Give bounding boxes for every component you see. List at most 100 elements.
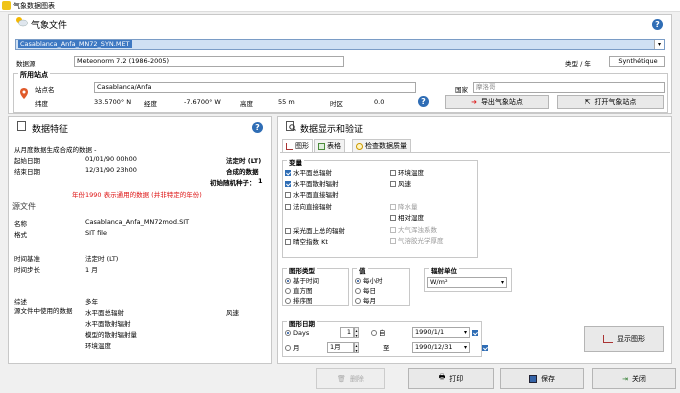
- from-date-value: 1990/1/1: [415, 328, 445, 336]
- close-label: 关闭: [631, 374, 646, 383]
- checkbox[interactable]: [285, 192, 291, 198]
- open-site-button[interactable]: ⇱ 打开气象站点: [557, 95, 664, 109]
- checkbox: [390, 204, 396, 210]
- source-vars-label: 源文件中使用的数据: [14, 307, 73, 315]
- value-monthly[interactable]: 每月: [355, 297, 376, 305]
- var-wind-speed[interactable]: 风速: [390, 180, 411, 188]
- days-field[interactable]: 1: [340, 327, 354, 338]
- var-label: 晴空指数 Kt: [293, 238, 328, 246]
- tab-check-quality[interactable]: 检查数据质量: [352, 139, 411, 152]
- var-label: 环境温度: [398, 169, 424, 177]
- graph-type-time[interactable]: 基于时间: [285, 277, 319, 285]
- checkbox[interactable]: [285, 170, 291, 176]
- timestep-label: 时间步长: [14, 266, 40, 274]
- year-warning: 年份1990 表示通用的数据 (并非特定的年份): [72, 191, 202, 199]
- checkbox[interactable]: [390, 170, 396, 176]
- var-label: 水平面散射辐射: [293, 180, 339, 188]
- graph-type-histogram[interactable]: 直方图: [285, 287, 313, 295]
- print-button[interactable]: 🖶 打印: [408, 368, 494, 389]
- tab-table[interactable]: 表格: [314, 139, 345, 152]
- radio[interactable]: [355, 288, 361, 294]
- unit-select-value: W/m²: [430, 278, 448, 286]
- radio[interactable]: [285, 278, 291, 284]
- delete-label: 删除: [349, 374, 364, 383]
- month-field[interactable]: 1月: [327, 342, 354, 353]
- radio[interactable]: [355, 298, 361, 304]
- radio[interactable]: [285, 298, 291, 304]
- radio-label: 每月: [363, 297, 376, 305]
- chevron-down-icon[interactable]: ▾: [654, 40, 664, 49]
- dates-from-radio[interactable]: 自: [371, 329, 386, 337]
- radio[interactable]: [355, 278, 361, 284]
- to-label: 至: [383, 344, 390, 352]
- var-global-collector[interactable]: 采光面上总的辐射: [285, 227, 345, 235]
- checkbox: [390, 238, 396, 244]
- data-display-title: 数据显示和验证: [300, 125, 364, 135]
- printer-icon: 🖶: [438, 373, 446, 381]
- var-label: 气溶胶光学厚度: [398, 237, 444, 245]
- var-beam-normal[interactable]: 法向直接辐射: [285, 203, 332, 211]
- init-rng-label: 初始随机种子：: [210, 179, 256, 187]
- from-date-checkbox[interactable]: [472, 330, 478, 336]
- checkbox[interactable]: [285, 181, 291, 187]
- checkbox[interactable]: [285, 228, 291, 234]
- weather-file-help-icon[interactable]: ?: [652, 19, 663, 30]
- month-stepper[interactable]: ▴ ▾: [354, 342, 359, 353]
- var-label: 降水量: [398, 203, 418, 211]
- days-stepper[interactable]: ▴ ▾: [354, 327, 359, 338]
- var-diffuse-horizontal[interactable]: 水平面散射辐射: [285, 180, 339, 188]
- tab-graph[interactable]: 图形: [282, 139, 313, 153]
- checkbox[interactable]: [390, 215, 396, 221]
- open-site-icon: ⇱: [584, 98, 591, 106]
- var-label: 水平面总辐射: [293, 169, 332, 177]
- unit-select[interactable]: W/m² ▾: [427, 277, 507, 288]
- radio[interactable]: [371, 330, 377, 336]
- radio-label: 月: [293, 344, 300, 352]
- close-button[interactable]: ⇥ 关闭: [592, 368, 676, 389]
- weather-file-select[interactable]: Casablanca_Anfa_MN72_SYN.MET: [15, 39, 665, 50]
- checkbox[interactable]: [285, 204, 291, 210]
- dates-days-radio[interactable]: Days: [285, 329, 309, 337]
- site-help-icon[interactable]: ?: [418, 96, 429, 107]
- site-title: 所用站点: [18, 70, 50, 80]
- dates-month-radio[interactable]: 月: [285, 344, 300, 352]
- to-date-value: 1990/12/31: [415, 343, 453, 351]
- tab-check-quality-label: 检查数据质量: [365, 142, 407, 150]
- data-features-help-icon[interactable]: ?: [252, 122, 263, 133]
- variables-title: 变量: [287, 157, 304, 167]
- from-date-field[interactable]: 1990/1/1 ▾: [412, 327, 470, 338]
- search-icon: [356, 142, 363, 150]
- print-label: 打印: [449, 374, 464, 383]
- longitude-value: -7.6700° W: [184, 98, 221, 106]
- show-graph-button[interactable]: 显示图形: [584, 326, 664, 352]
- var-global-horizontal[interactable]: 水平面总辐射: [285, 169, 332, 177]
- var-beam-horizontal[interactable]: 水平面直接辐射: [285, 191, 339, 199]
- source-field: Meteonorm 7.2 (1986-2005): [74, 56, 344, 67]
- var-aerosol-depth: 气溶胶光学厚度: [390, 237, 444, 245]
- source-label: 数据源: [16, 60, 36, 68]
- weather-file-select-value: Casablanca_Anfa_MN72_SYN.MET: [18, 40, 132, 48]
- altitude-value: 55 m: [278, 98, 295, 106]
- radio[interactable]: [285, 330, 291, 336]
- radio[interactable]: [285, 288, 291, 294]
- data-features-line1: 从月度数据生成合成的数据 -: [14, 146, 97, 154]
- graph-type-title: 图形类型: [287, 265, 317, 275]
- country-field[interactable]: 摩洛哥: [473, 82, 665, 93]
- synthetic-data-label: 合成的数据: [226, 168, 259, 176]
- to-date-field[interactable]: 1990/12/31 ▾: [412, 342, 470, 353]
- value-daily[interactable]: 每日: [355, 287, 376, 295]
- var-clearness-index[interactable]: 晴空指数 Kt: [285, 238, 328, 246]
- delete-button[interactable]: 🗑 删除: [316, 368, 385, 389]
- value-hourly[interactable]: 每小时: [355, 277, 383, 285]
- site-name-field[interactable]: Casablanca/Anfa: [94, 82, 416, 93]
- export-site-button[interactable]: ➜ 导出气象站点: [445, 95, 549, 109]
- var-ambient-temp[interactable]: 环境温度: [390, 169, 424, 177]
- end-date-label: 结束日期: [14, 168, 40, 176]
- to-date-checkbox[interactable]: [482, 345, 489, 351]
- var-relative-humidity[interactable]: 相对湿度: [390, 214, 424, 222]
- checkbox[interactable]: [285, 239, 291, 245]
- save-button[interactable]: 保存: [500, 368, 584, 389]
- checkbox[interactable]: [390, 181, 396, 187]
- radio[interactable]: [285, 345, 291, 351]
- graph-type-sorted[interactable]: 排序图: [285, 297, 313, 305]
